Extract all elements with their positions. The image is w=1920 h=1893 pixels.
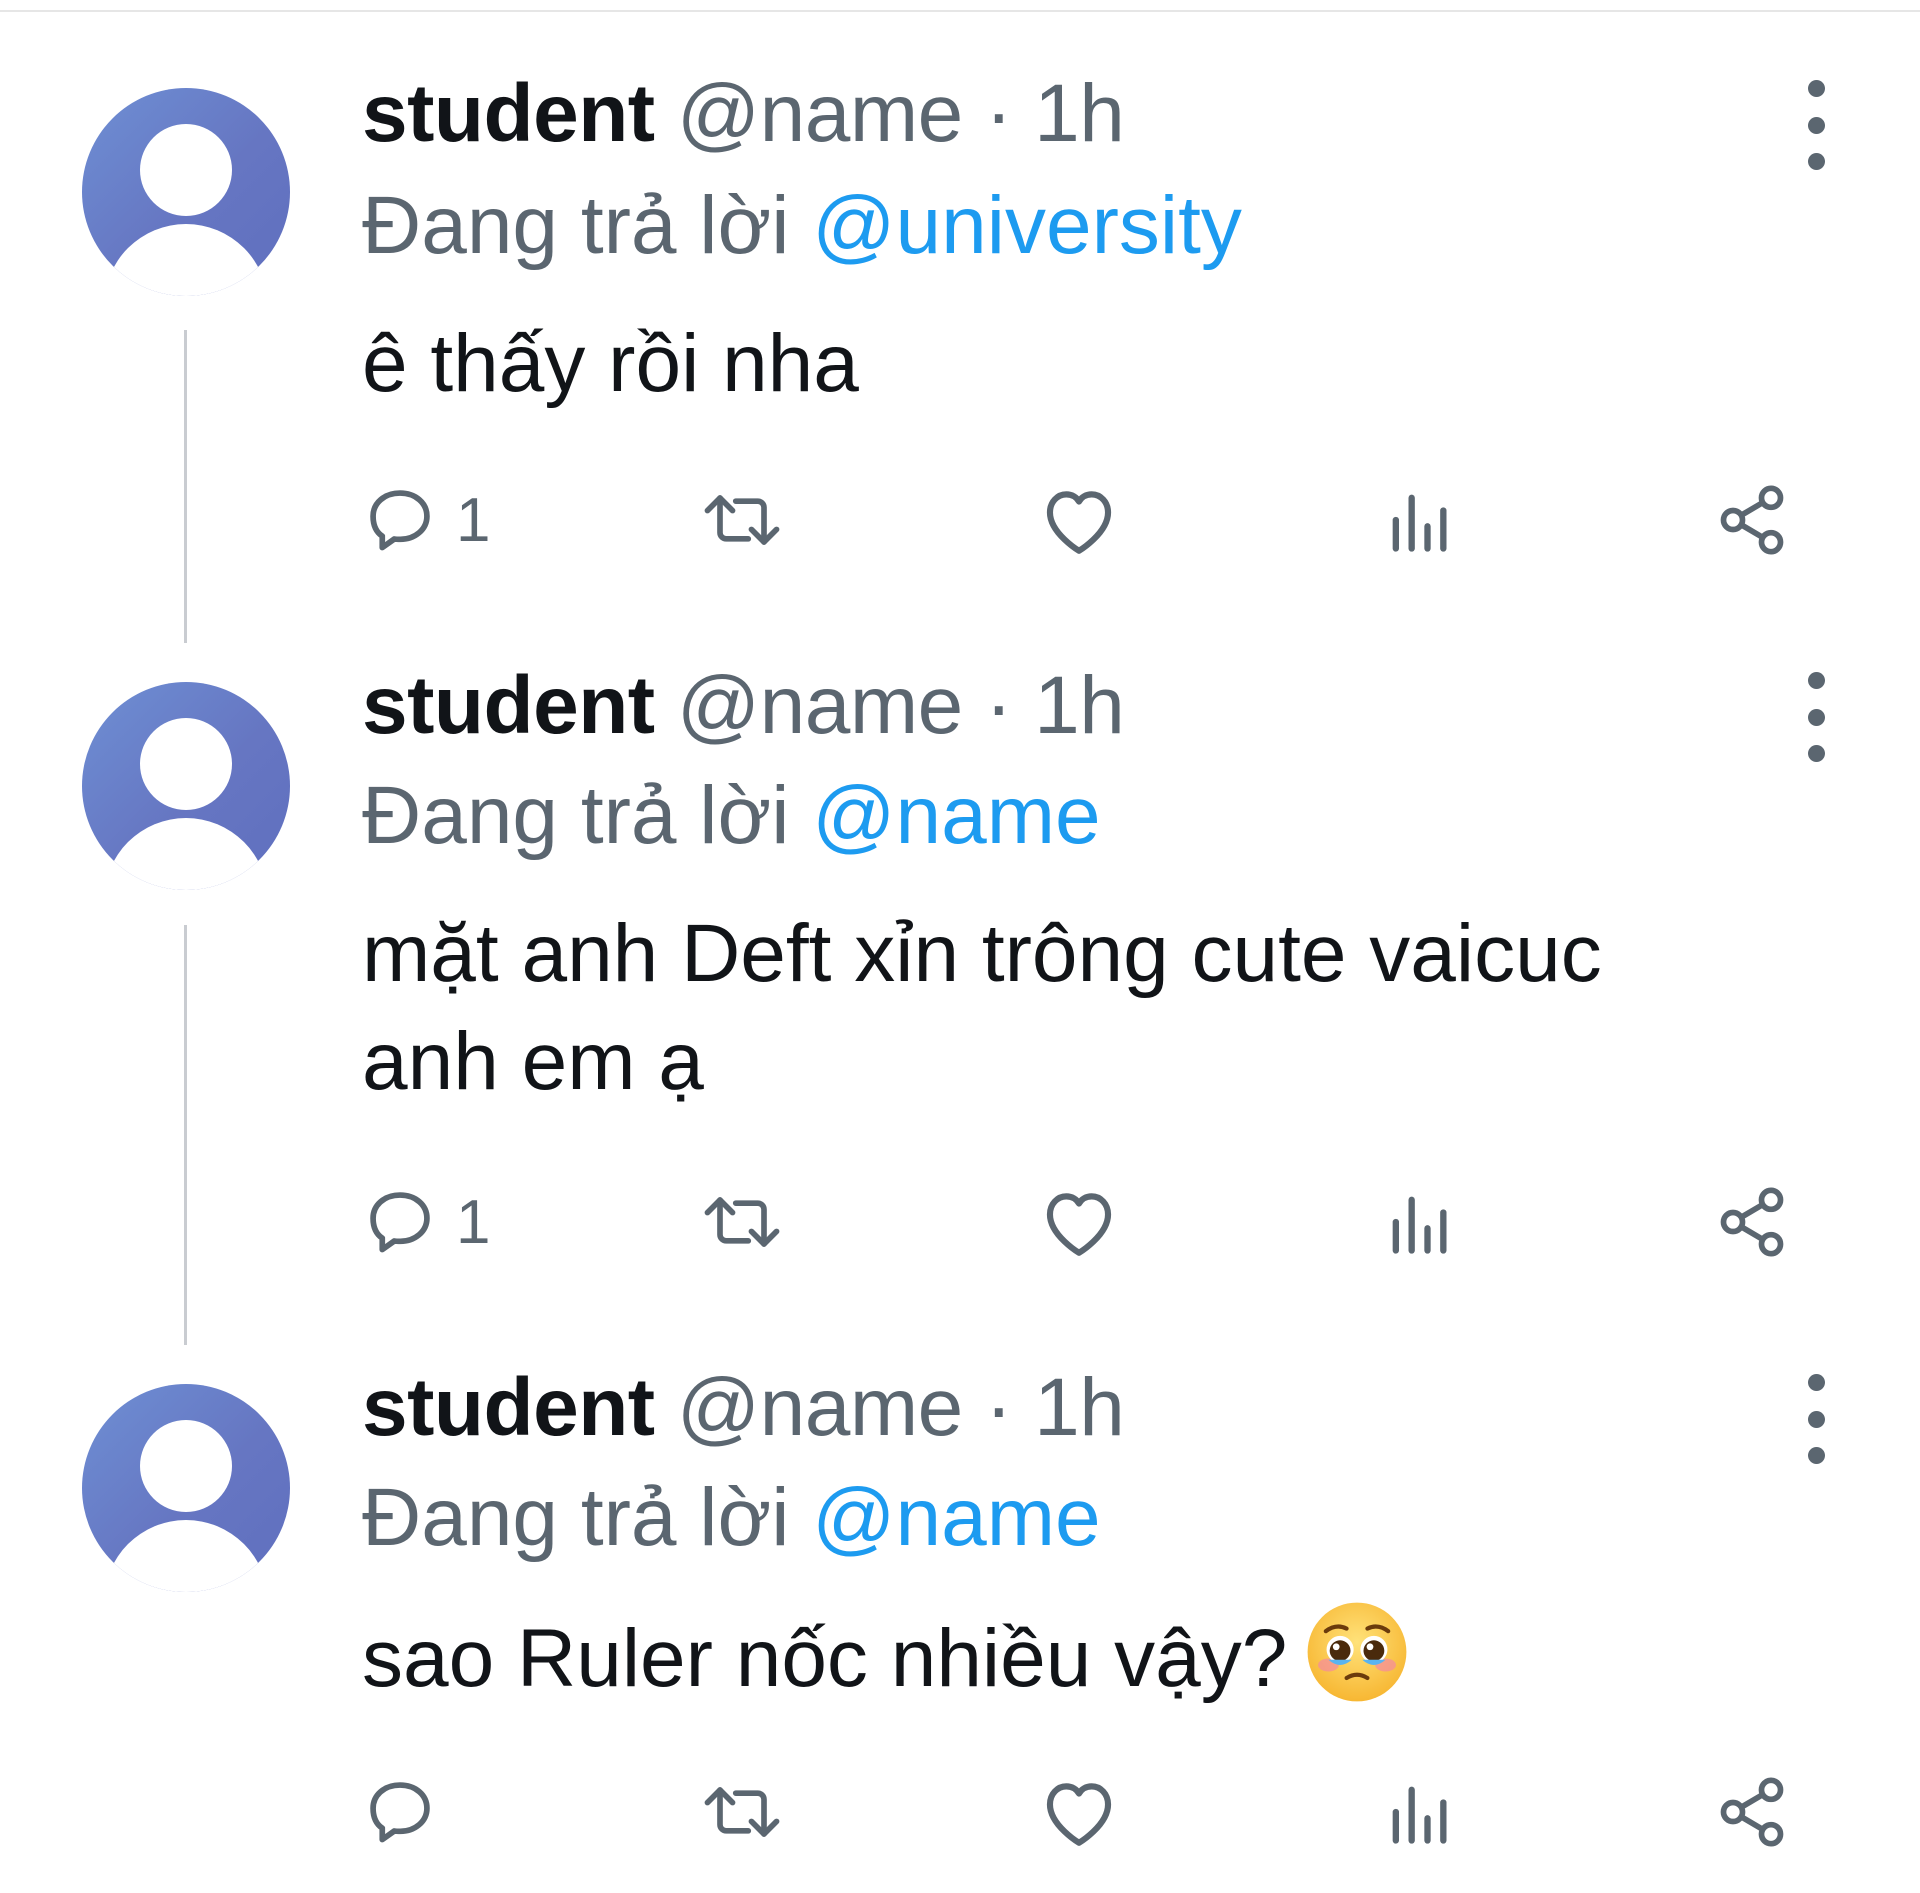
author-name[interactable]: student xyxy=(362,1362,655,1453)
author-handle[interactable]: @name xyxy=(677,1362,963,1453)
avatar[interactable] xyxy=(82,1384,290,1592)
more-dot xyxy=(1807,1447,1825,1464)
share-icon xyxy=(1720,1777,1784,1847)
more-options-button[interactable] xyxy=(1792,1374,1840,1464)
retweet-button[interactable] xyxy=(698,1762,786,1862)
speech-bubble-icon xyxy=(370,1782,430,1843)
reply-prefix: Đang trả lời xyxy=(362,1472,790,1563)
more-vertical-icon xyxy=(1807,1374,1825,1391)
tweet-text-content: sao Ruler nốc nhiều vậy? xyxy=(362,1613,1288,1704)
tweet-actions xyxy=(362,1762,1812,1862)
separator-dot: · xyxy=(985,1362,1012,1453)
heart-icon xyxy=(1046,1783,1112,1846)
views-button[interactable] xyxy=(1386,1762,1450,1862)
avatar-head xyxy=(140,1420,232,1512)
share-button[interactable] xyxy=(1714,1762,1790,1862)
tweet-text-line: sao Ruler nốc nhiều vậy? xyxy=(362,1600,1812,1713)
avatar-body xyxy=(104,1520,268,1592)
retweet-icon xyxy=(704,1787,780,1837)
tweet-header: student @name · 1h xyxy=(362,1362,1125,1454)
replying-to: Đang trả lời @name xyxy=(362,1468,1101,1568)
more-dot xyxy=(1807,1410,1825,1428)
reply-mention-link[interactable]: @name xyxy=(812,1472,1100,1563)
timestamp[interactable]: 1h xyxy=(1034,1362,1125,1453)
tweet[interactable]: student @name · 1h Đang trả lời @name sa… xyxy=(0,0,1920,1893)
tweet-text: sao Ruler nốc nhiều vậy? xyxy=(362,1600,1812,1713)
bar-chart-icon xyxy=(1392,1786,1447,1844)
pleading-face-emoji-icon xyxy=(1307,1602,1407,1702)
reply-button[interactable] xyxy=(362,1762,456,1862)
like-button[interactable] xyxy=(1038,1762,1120,1862)
